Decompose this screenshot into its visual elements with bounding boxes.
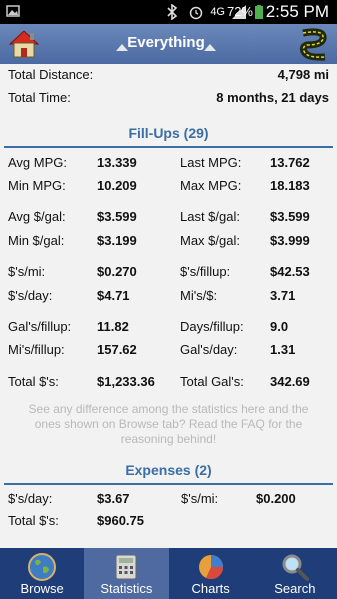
stat-value: $3.599 bbox=[97, 209, 137, 224]
total-time-value: 8 months, 21 days bbox=[216, 90, 329, 105]
tab-search[interactable]: Search bbox=[253, 548, 337, 599]
stat-value: 18.183 bbox=[270, 178, 310, 193]
stat-value: 10.209 bbox=[97, 178, 137, 193]
tab-charts[interactable]: Charts bbox=[169, 548, 253, 599]
pie-chart-icon bbox=[198, 555, 223, 580]
status-bar: 4G 72% 2:55 PM bbox=[0, 0, 337, 24]
globe-icon bbox=[28, 553, 57, 581]
stat-value: 11.82 bbox=[97, 319, 129, 334]
stat-label: Mi's/$: bbox=[180, 288, 218, 303]
tab-statistics[interactable]: Statistics bbox=[84, 548, 169, 599]
stat-label: Mi's/fillup: bbox=[8, 342, 65, 357]
stat-label: Max $/gal: bbox=[180, 233, 240, 248]
stat-label: Gal's/fillup: bbox=[8, 319, 72, 334]
statistics-content: Total Distance: 4,798 mi Total Time: 8 m… bbox=[0, 64, 337, 548]
stat-label: Days/fillup: bbox=[180, 319, 244, 334]
section-divider bbox=[4, 146, 333, 148]
calculator-icon bbox=[115, 554, 137, 580]
stat-value: $1,233.36 bbox=[97, 374, 155, 389]
stat-value: $3.599 bbox=[270, 209, 310, 224]
vehicle-selector[interactable]: Everything bbox=[110, 32, 222, 56]
stat-label: Avg MPG: bbox=[8, 155, 68, 170]
tab-label: Charts bbox=[191, 581, 230, 596]
stat-value: 13.762 bbox=[270, 155, 310, 170]
magnifier-icon bbox=[282, 554, 309, 581]
clock: 2:55 PM bbox=[265, 2, 329, 21]
stat-label: Max MPG: bbox=[180, 178, 242, 193]
road-icon[interactable] bbox=[297, 27, 331, 61]
stat-value: 9.0 bbox=[270, 319, 289, 334]
stat-label: Total Gal's: bbox=[180, 374, 244, 389]
app-header: Everything bbox=[0, 24, 337, 64]
bluetooth-icon bbox=[167, 4, 178, 20]
battery-icon bbox=[255, 5, 263, 19]
total-time-label: Total Time: bbox=[8, 90, 71, 105]
total-distance-value: 4,798 mi bbox=[277, 67, 329, 82]
tab-label: Statistics bbox=[100, 581, 153, 596]
expenses-section-title: Expenses (2) bbox=[125, 462, 212, 478]
gallery-icon bbox=[6, 5, 20, 17]
stat-label: Last $/gal: bbox=[180, 209, 240, 224]
stat-label: Min $/gal: bbox=[8, 233, 65, 248]
battery-percent: 72% bbox=[226, 4, 253, 19]
network-type: 4G bbox=[210, 6, 225, 18]
tab-bar: Browse Statistics Charts Search bbox=[0, 548, 337, 599]
stat-value: 157.62 bbox=[97, 342, 137, 357]
stat-value: $3.199 bbox=[97, 233, 137, 248]
tab-label: Browse bbox=[20, 581, 64, 596]
section-divider bbox=[4, 483, 333, 485]
stat-label: Avg $/gal: bbox=[8, 209, 66, 224]
stat-label: $'s/day: bbox=[8, 288, 53, 303]
stat-label: $'s/fillup: bbox=[180, 264, 231, 279]
stat-value: $0.200 bbox=[256, 491, 296, 506]
stat-label: $'s/mi: bbox=[181, 491, 219, 506]
stat-value: $960.75 bbox=[97, 513, 144, 528]
home-icon[interactable] bbox=[6, 26, 42, 62]
triangle-icon bbox=[204, 44, 216, 51]
stat-value: 13.339 bbox=[97, 155, 137, 170]
stat-label: Last MPG: bbox=[180, 155, 242, 170]
stat-value: 342.69 bbox=[270, 374, 310, 389]
stat-label: Total $'s: bbox=[8, 374, 59, 389]
stat-label: Total $'s: bbox=[8, 513, 59, 528]
stat-value: $42.53 bbox=[270, 264, 310, 279]
tab-browse[interactable]: Browse bbox=[0, 548, 84, 599]
faq-note: See any difference among the statistics … bbox=[28, 402, 309, 446]
stat-label: $'s/mi: bbox=[8, 264, 46, 279]
fillups-section-title: Fill-Ups (29) bbox=[128, 125, 209, 141]
stat-value: 1.31 bbox=[270, 342, 296, 357]
tab-label: Search bbox=[274, 581, 316, 596]
alarm-icon bbox=[190, 6, 203, 20]
stat-value: $3.67 bbox=[97, 491, 130, 506]
stat-label: Gal's/day: bbox=[180, 342, 238, 357]
stat-value: 3.71 bbox=[270, 288, 296, 303]
stat-value: $0.270 bbox=[97, 264, 137, 279]
stat-label: $'s/day: bbox=[8, 491, 53, 506]
stat-value: $3.999 bbox=[270, 233, 310, 248]
stat-label: Min MPG: bbox=[8, 178, 66, 193]
stat-value: $4.71 bbox=[97, 288, 130, 303]
total-distance-label: Total Distance: bbox=[8, 67, 94, 82]
